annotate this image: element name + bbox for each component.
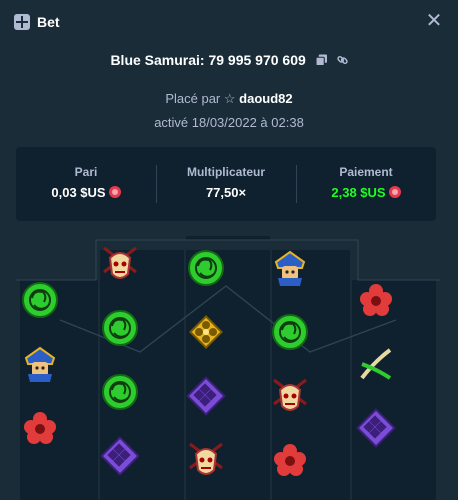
close-icon[interactable]: ✕ (424, 11, 444, 31)
stat-payout-value-row: 2,38 $US (296, 185, 436, 200)
stat-payout-label: Paiement (339, 165, 393, 179)
game-title: Blue Samurai: 79 995 970 609 (110, 52, 306, 68)
stat-multiplier-label: Multiplicateur (186, 165, 265, 179)
green-fan-icon (102, 374, 138, 410)
coin-icon (388, 186, 401, 198)
blue-samurai-icon (274, 250, 306, 286)
purple-gem-icon (186, 376, 226, 416)
coin-icon (108, 186, 121, 198)
slot-reels (0, 236, 458, 500)
green-fan-icon (188, 250, 224, 286)
green-fan-icon (22, 282, 58, 318)
placed-by: Placé par ☆ daoud82 (0, 91, 458, 107)
stat-bet: Pari 0,03 $US (16, 147, 156, 221)
modal-header: Bet ✕ (0, 0, 458, 46)
red-mask-icon (273, 378, 307, 411)
red-mask-icon (103, 246, 137, 279)
activated-date: activé 18/03/2022 à 02:38 (154, 115, 304, 130)
stat-bet-value-row: 0,03 $US (16, 185, 156, 200)
bet-icon (14, 14, 30, 30)
crossed-swords-icon (360, 348, 392, 380)
stat-multiplier: Multiplicateur 77,50× (156, 147, 296, 221)
star-icon: ☆ (223, 91, 236, 106)
green-fan-icon (102, 310, 138, 346)
stat-bet-label: Pari (74, 165, 98, 179)
purple-gem-icon (356, 408, 396, 448)
gold-crest-icon (189, 315, 223, 349)
red-flower-icon (360, 284, 392, 316)
red-mask-icon (189, 442, 223, 475)
blue-samurai-icon (24, 346, 56, 382)
purple-gem-icon (100, 436, 140, 476)
stats-panel: Pari 0,03 $US Multiplicateur 77,50× Paie… (16, 147, 436, 221)
stat-payout-value: 2,38 $US (331, 185, 386, 200)
modal-title: Bet (37, 14, 60, 30)
game-title-row: Blue Samurai: 79 995 970 609 (0, 52, 458, 68)
stat-bet-value: 0,03 $US (51, 185, 106, 200)
link-icon[interactable] (336, 54, 348, 66)
green-fan-icon (272, 314, 308, 350)
red-flower-icon (24, 412, 56, 444)
red-flower-icon (274, 444, 306, 476)
placed-by-user[interactable]: daoud82 (239, 91, 292, 106)
stat-multiplier-value: 77,50× (205, 185, 247, 200)
stat-payout: Paiement 2,38 $US (296, 147, 436, 221)
placed-by-prefix: Placé par (165, 91, 221, 106)
copy-icon[interactable] (315, 54, 327, 66)
